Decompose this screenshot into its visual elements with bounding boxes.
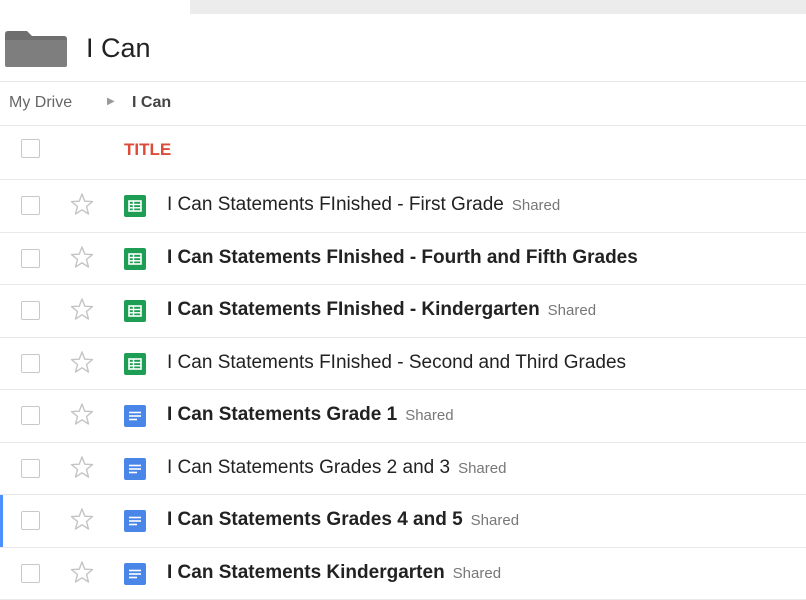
column-header: TITLE: [0, 126, 806, 180]
file-title: I Can Statements Kindergarten: [167, 562, 445, 583]
folder-header: I Can: [0, 14, 806, 82]
row-checkbox[interactable]: [21, 406, 40, 425]
breadcrumb-current: I Can: [132, 94, 171, 112]
file-row[interactable]: I Can Statements FInished - Second and T…: [0, 338, 806, 391]
file-row[interactable]: I Can Statements Grade 1 Shared: [0, 390, 806, 443]
star-icon[interactable]: [68, 244, 96, 272]
file-row[interactable]: I Can Statements Grades 2 and 3 Shared: [0, 443, 806, 496]
file-name[interactable]: I Can Statements Kindergarten Shared: [167, 561, 501, 586]
file-row[interactable]: I Can Statements FInished - Kindergarten…: [0, 285, 806, 338]
document-icon: [124, 510, 146, 532]
star-icon[interactable]: [68, 296, 96, 324]
file-row[interactable]: I Can Statements Kindergarten Shared: [0, 548, 806, 600]
spreadsheet-icon: [124, 248, 146, 270]
file-row[interactable]: I Can Statements FInished - Fourth and F…: [0, 233, 806, 286]
star-icon[interactable]: [68, 191, 96, 219]
file-title: I Can Statements FInished - Kindergarten: [167, 299, 540, 320]
file-row[interactable]: I Can Statements FInished - First Grade S…: [0, 180, 806, 233]
top-toolbar-strip: [190, 0, 806, 14]
file-name[interactable]: I Can Statements Grade 1 Shared: [167, 403, 454, 428]
page-title: I Can: [86, 31, 151, 65]
row-checkbox[interactable]: [21, 564, 40, 583]
row-checkbox[interactable]: [21, 354, 40, 373]
spreadsheet-icon: [124, 195, 146, 217]
star-icon[interactable]: [68, 559, 96, 587]
file-name[interactable]: I Can Statements FInished - Fourth and F…: [167, 246, 638, 270]
file-title: I Can Statements Grades 2 and 3: [167, 457, 450, 478]
spreadsheet-icon: [124, 300, 146, 322]
title-column-header[interactable]: TITLE: [124, 140, 171, 160]
row-checkbox[interactable]: [21, 511, 40, 530]
file-name[interactable]: I Can Statements FInished - Kindergarten…: [167, 298, 596, 323]
breadcrumb: My Drive ▶ I Can: [0, 82, 806, 126]
file-title: I Can Statements FInished - Second and T…: [167, 352, 626, 373]
file-name[interactable]: I Can Statements FInished - Second and T…: [167, 351, 626, 375]
row-checkbox[interactable]: [21, 459, 40, 478]
file-list: I Can Statements FInished - First Grade S…: [0, 180, 806, 600]
shared-label: Shared: [458, 460, 506, 477]
document-icon: [124, 458, 146, 480]
star-icon[interactable]: [68, 349, 96, 377]
breadcrumb-my-drive[interactable]: My Drive: [9, 94, 72, 112]
star-icon[interactable]: [68, 454, 96, 482]
file-name[interactable]: I Can Statements Grades 4 and 5 Shared: [167, 508, 519, 533]
breadcrumb-separator-icon: ▶: [107, 96, 115, 107]
row-checkbox[interactable]: [21, 249, 40, 268]
shared-label: Shared: [453, 565, 501, 582]
star-icon[interactable]: [68, 506, 96, 534]
file-name[interactable]: I Can Statements FInished - First Grade S…: [167, 193, 560, 218]
file-title: I Can Statements FInished - Fourth and F…: [167, 247, 638, 268]
star-icon[interactable]: [68, 401, 96, 429]
document-icon: [124, 563, 146, 585]
row-checkbox[interactable]: [21, 196, 40, 215]
row-checkbox[interactable]: [21, 301, 40, 320]
shared-label: Shared: [405, 407, 453, 424]
file-row[interactable]: I Can Statements Grades 4 and 5 Shared: [0, 495, 806, 548]
document-icon: [124, 405, 146, 427]
spreadsheet-icon: [124, 353, 146, 375]
shared-label: Shared: [471, 512, 519, 529]
folder-icon: [5, 31, 67, 67]
shared-label: Shared: [512, 197, 560, 214]
file-title: I Can Statements Grades 4 and 5: [167, 509, 463, 530]
file-title: I Can Statements FInished - First Grade: [167, 194, 504, 215]
file-name[interactable]: I Can Statements Grades 2 and 3 Shared: [167, 456, 506, 481]
file-title: I Can Statements Grade 1: [167, 404, 397, 425]
select-all-checkbox[interactable]: [21, 139, 40, 158]
shared-label: Shared: [548, 302, 596, 319]
